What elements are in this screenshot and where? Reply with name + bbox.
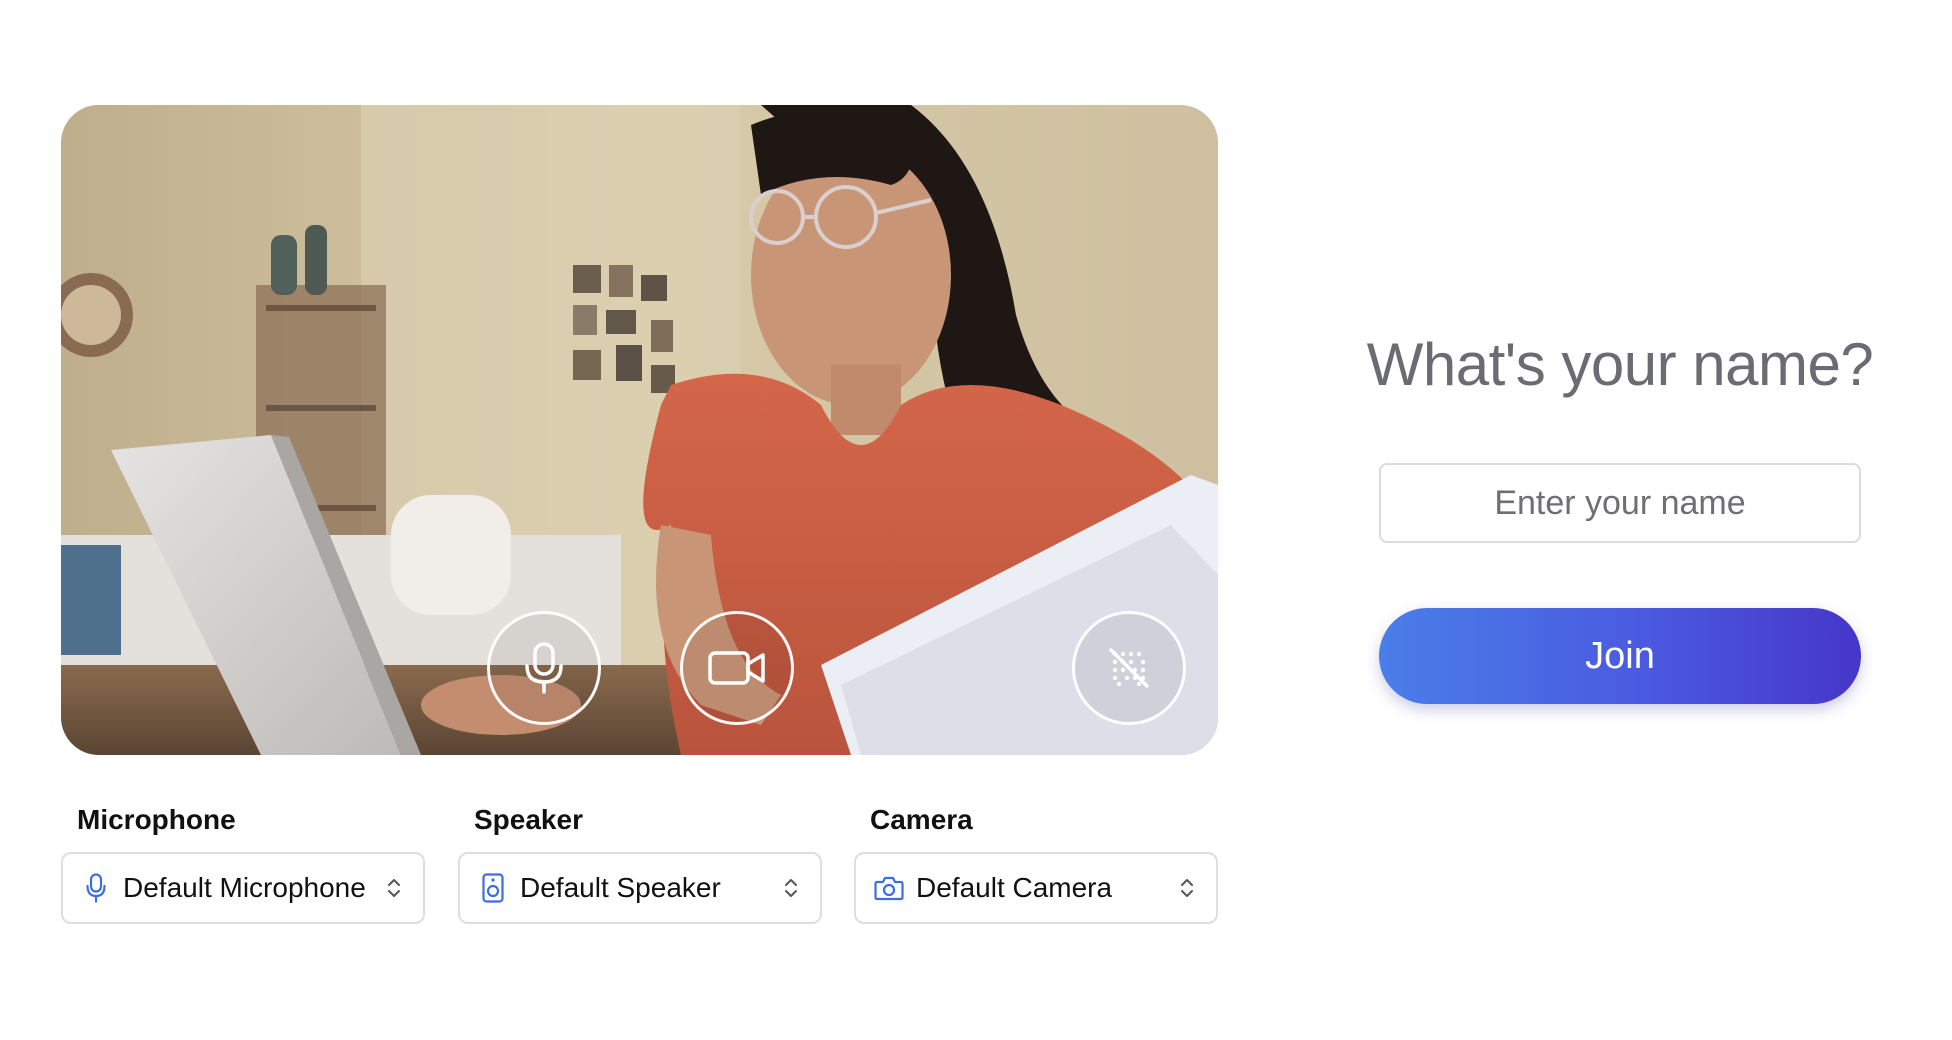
microphone-value: Default Microphone: [123, 872, 366, 903]
camera-feed-image: [61, 105, 1218, 755]
microphone-label: Microphone: [77, 804, 236, 835]
video-preview: [61, 105, 1218, 755]
background-effects-button[interactable]: [1072, 611, 1186, 725]
microphone-icon: [81, 873, 111, 903]
camera-value: Default Camera: [916, 872, 1113, 903]
camera-selector-group: Camera Default Camera: [854, 800, 1218, 924]
microphone-icon: [525, 642, 563, 694]
toggle-microphone-button[interactable]: [487, 611, 601, 725]
toggle-camera-button[interactable]: [680, 611, 794, 725]
name-input[interactable]: [1379, 463, 1861, 543]
chevron-up-down-icon: [780, 876, 802, 900]
speaker-select[interactable]: Default Speaker: [458, 852, 822, 924]
camera-icon: [874, 873, 904, 903]
background-blur-off-icon: [1109, 648, 1149, 688]
speaker-label: Speaker: [474, 804, 583, 835]
camera-select[interactable]: Default Camera: [854, 852, 1218, 924]
chevron-up-down-icon: [1176, 876, 1198, 900]
speaker-selector-group: Speaker Default Speaker: [458, 800, 822, 924]
speaker-icon: [478, 873, 508, 903]
microphone-selector-group: Microphone Default Microphone: [61, 800, 425, 924]
join-button[interactable]: Join: [1379, 608, 1861, 704]
microphone-select[interactable]: Default Microphone: [61, 852, 425, 924]
speaker-value: Default Speaker: [520, 872, 721, 903]
chevron-up-down-icon: [383, 876, 405, 900]
camera-label: Camera: [870, 804, 973, 835]
name-prompt-heading: What's your name?: [1366, 331, 1874, 398]
video-camera-icon: [708, 651, 765, 685]
